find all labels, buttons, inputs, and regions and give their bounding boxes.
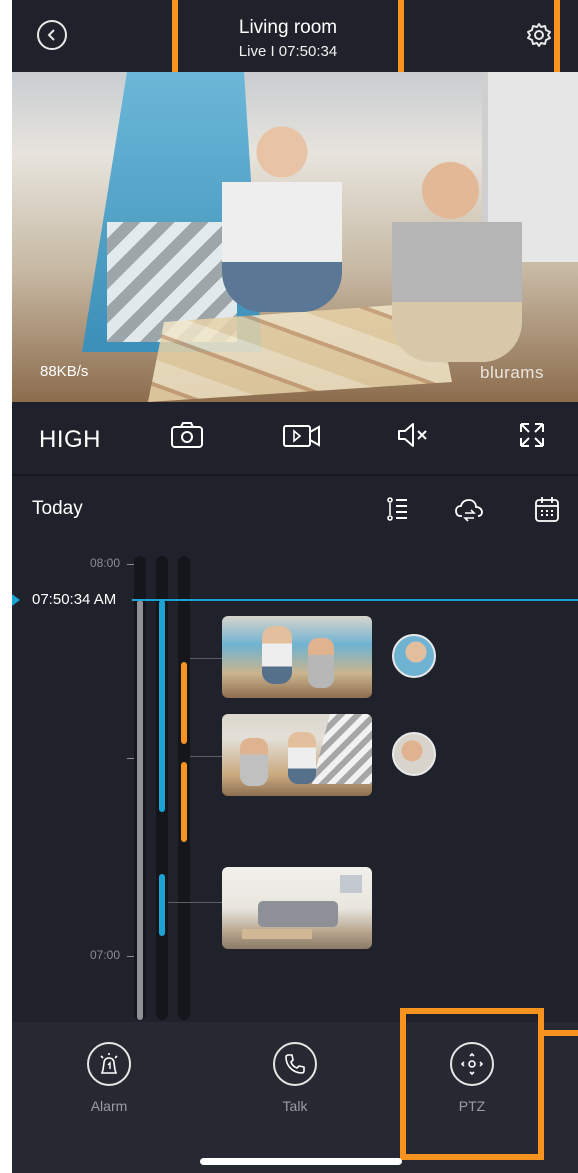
record-button[interactable] — [282, 420, 322, 455]
talk-circle — [273, 1042, 317, 1086]
talk-button[interactable]: Talk — [245, 1042, 345, 1114]
filter-button[interactable] — [386, 494, 408, 529]
bitrate-label: 88KB/s — [40, 363, 89, 380]
back-button[interactable] — [37, 20, 67, 50]
person-event-bar[interactable] — [181, 762, 187, 842]
alarm-label: Alarm — [90, 1098, 128, 1114]
live-video[interactable]: 88KB/s blurams — [12, 72, 578, 402]
calendar-button[interactable] — [534, 494, 560, 529]
person-event-bar[interactable] — [181, 662, 187, 744]
current-time-label: 07:50:34 AM — [32, 591, 117, 608]
tick-label: 07:00 — [90, 948, 121, 962]
record-video-icon — [283, 425, 320, 447]
timeline-day-label[interactable]: Today — [32, 498, 83, 520]
brand-watermark: blurams — [480, 363, 544, 382]
event-thumbnail[interactable] — [222, 714, 372, 796]
home-indicator[interactable] — [200, 1158, 402, 1165]
video-controls: HIGH — [12, 402, 578, 474]
camera-icon — [171, 422, 203, 448]
snapshot-button[interactable] — [170, 420, 204, 455]
play-pointer-icon — [12, 594, 20, 606]
event-connector — [190, 756, 222, 757]
cloud-button[interactable] — [454, 494, 484, 529]
mute-icon — [398, 423, 427, 447]
video-child-boy — [392, 142, 522, 362]
quality-toggle[interactable]: HIGH — [39, 426, 101, 454]
divider — [12, 474, 578, 476]
chevron-left-icon — [47, 29, 55, 41]
motion-event-bar[interactable] — [159, 600, 165, 812]
tick-mark — [127, 758, 134, 759]
mute-button[interactable] — [396, 420, 430, 455]
cloud-sync-icon — [455, 499, 483, 522]
tick-mark — [127, 956, 134, 957]
current-time-line — [132, 599, 578, 601]
gear-icon — [527, 23, 551, 47]
filter-list-icon — [387, 497, 407, 521]
fullscreen-button[interactable] — [518, 420, 546, 455]
title-highlight-box: Living room Live I 07:50:34 — [172, 0, 404, 78]
event-thumbnail[interactable] — [222, 867, 372, 949]
header: Living room Live I 07:50:34 — [12, 0, 578, 84]
event-connector — [190, 658, 222, 659]
fullscreen-icon — [520, 423, 544, 447]
annotation-line — [542, 1030, 578, 1036]
event-thumbnail[interactable] — [222, 616, 372, 698]
event-connector — [168, 902, 222, 903]
talk-label: Talk — [282, 1098, 308, 1114]
calendar-icon — [535, 497, 559, 522]
phone-icon — [285, 1054, 305, 1074]
motion-event-bar[interactable] — [159, 874, 165, 936]
alarm-circle — [87, 1042, 131, 1086]
alarm-icon — [100, 1053, 118, 1074]
settings-button[interactable] — [526, 22, 552, 53]
person-avatar[interactable] — [392, 634, 436, 678]
continuous-recording-bar — [137, 600, 143, 1020]
recording-timeline[interactable]: 08:00 07:00 07:50:34 AM — [12, 540, 578, 1020]
alarm-button[interactable]: Alarm — [59, 1042, 159, 1114]
camera-live-screen: Living room Live I 07:50:34 88KB/s blura… — [12, 0, 578, 1173]
live-status: Live I 07:50:34 — [238, 43, 338, 60]
ptz-highlight-box — [400, 1008, 544, 1160]
person-avatar[interactable] — [392, 732, 436, 776]
tick-mark — [127, 564, 134, 565]
video-child-girl — [222, 112, 342, 312]
tick-label: 08:00 — [90, 556, 121, 570]
camera-title: Living room — [238, 17, 338, 38]
